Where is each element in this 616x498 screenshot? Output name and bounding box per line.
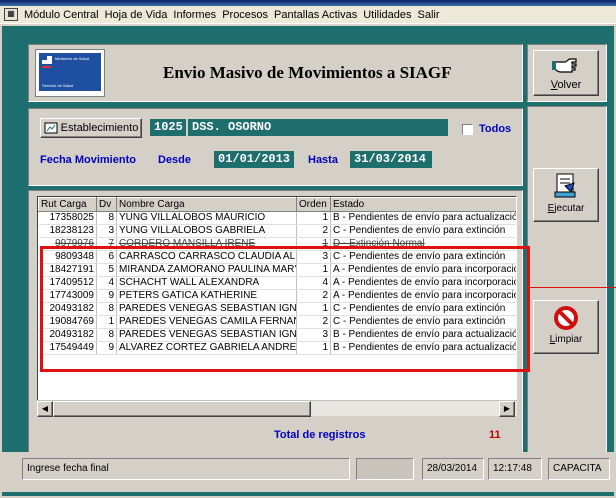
- col-rut-carga[interactable]: Rut Carga: [38, 197, 97, 212]
- cell-nombre: YUNG VILLALOBOS GABRIELA: [116, 224, 297, 238]
- cell-rut: 18238123: [38, 224, 97, 238]
- page-title: Envio Masivo de Movimientos a SIAGF: [163, 63, 452, 82]
- logo-block: Ministerio de Salud Servicio de Salud: [39, 53, 101, 91]
- flag-icon: [42, 56, 52, 64]
- cell-estado: C - Pendientes de envío para extinción: [330, 224, 516, 238]
- table-row[interactable]: 18238123 3 YUNG VILLALOBOS GABRIELA 2 C - Pe…: [38, 224, 516, 238]
- establecimiento-button[interactable]: Establecimiento: [40, 118, 142, 138]
- hasta-label: Hasta: [308, 154, 338, 166]
- status-mode: CAPACITA: [548, 458, 610, 480]
- desde-field[interactable]: 01/01/2013: [214, 151, 294, 168]
- scroll-left-button[interactable]: ◀: [37, 401, 53, 417]
- establishment-icon: [44, 122, 58, 134]
- ejecutar-label: Ejecutar: [547, 203, 585, 214]
- status-time: 12:17:48: [488, 458, 542, 480]
- status-empty-cell: [356, 458, 414, 480]
- col-orden[interactable]: Orden: [296, 197, 331, 212]
- cell-dv: 3: [96, 224, 117, 238]
- logo: Ministerio de Salud Servicio de Salud: [35, 49, 105, 97]
- header-panel: Ministerio de Salud Servicio de Salud En…: [28, 44, 523, 102]
- fecha-movimiento-label: Fecha Movimiento: [40, 154, 136, 166]
- menu-salir[interactable]: Salir: [418, 9, 440, 21]
- logo-text-1: Ministerio de Salud: [55, 56, 90, 61]
- menu-pantallas-activas[interactable]: Pantallas Activas: [274, 9, 357, 21]
- col-estado[interactable]: Estado: [330, 197, 516, 212]
- no-entry-icon: [554, 306, 578, 330]
- highlight-line: [530, 287, 616, 288]
- cell-nombre: YUNG VILLALOBOS MAURICIO: [116, 211, 297, 225]
- menu-informes[interactable]: Informes: [173, 9, 216, 21]
- todos-checkbox[interactable]: [462, 124, 473, 135]
- menu-utilidades[interactable]: Utilidades: [363, 9, 411, 21]
- scroll-thumb[interactable]: [53, 401, 311, 417]
- total-value: 11: [489, 429, 501, 441]
- limpiar-label: Limpiar: [549, 334, 583, 345]
- menu-modulo-central[interactable]: Módulo Central: [24, 9, 99, 21]
- cell-estado: B - Pendientes de envío para actualizaci…: [330, 211, 516, 225]
- ejecutar-button[interactable]: Ejecutar: [533, 168, 599, 222]
- cell-orden: 2: [296, 224, 331, 238]
- status-date: 28/03/2014: [422, 458, 484, 480]
- col-dv[interactable]: Dv: [96, 197, 117, 212]
- highlight-box: [40, 246, 530, 372]
- establecimiento-code: 1025: [150, 119, 186, 136]
- desde-label: Desde: [158, 154, 192, 166]
- volver-label: Volver: [550, 79, 582, 91]
- menu-hoja-de-vida[interactable]: Hoja de Vida: [105, 9, 168, 21]
- limpiar-button[interactable]: Limpiar: [533, 300, 599, 354]
- todos-label: Todos: [479, 123, 512, 135]
- hand-icon: [552, 58, 577, 73]
- scroll-right-button[interactable]: ▶: [499, 401, 515, 417]
- cell-rut: 17358025: [38, 211, 97, 225]
- establecimiento-label: Establecimiento: [60, 122, 139, 134]
- col-nombre-carga[interactable]: Nombre Carga: [116, 197, 297, 212]
- cell-dv: 8: [96, 211, 117, 225]
- total-label: Total de registros: [274, 429, 366, 441]
- app-icon[interactable]: ▦: [4, 8, 18, 21]
- horizontal-scrollbar[interactable]: ◀ ▶: [37, 400, 517, 417]
- cell-orden: 1: [296, 211, 331, 225]
- status-message: Ingrese fecha final: [22, 458, 350, 480]
- flag-stripe: [42, 66, 51, 68]
- establecimiento-name-field[interactable]: DSS. OSORNO: [188, 119, 448, 136]
- menu-procesos[interactable]: Procesos: [222, 9, 268, 21]
- execute-document-icon: [554, 173, 576, 198]
- table-row[interactable]: 17358025 8 YUNG VILLALOBOS MAURICIO 1 B - Pe…: [38, 211, 516, 225]
- logo-text-2: Servicio de Salud: [42, 83, 74, 88]
- menu-bar: ▦ Módulo Central Hoja de Vida Informes P…: [0, 6, 616, 24]
- side-button-panel: [527, 106, 607, 462]
- volver-button[interactable]: Volver: [533, 50, 599, 96]
- hasta-field[interactable]: 31/03/2014: [350, 151, 432, 168]
